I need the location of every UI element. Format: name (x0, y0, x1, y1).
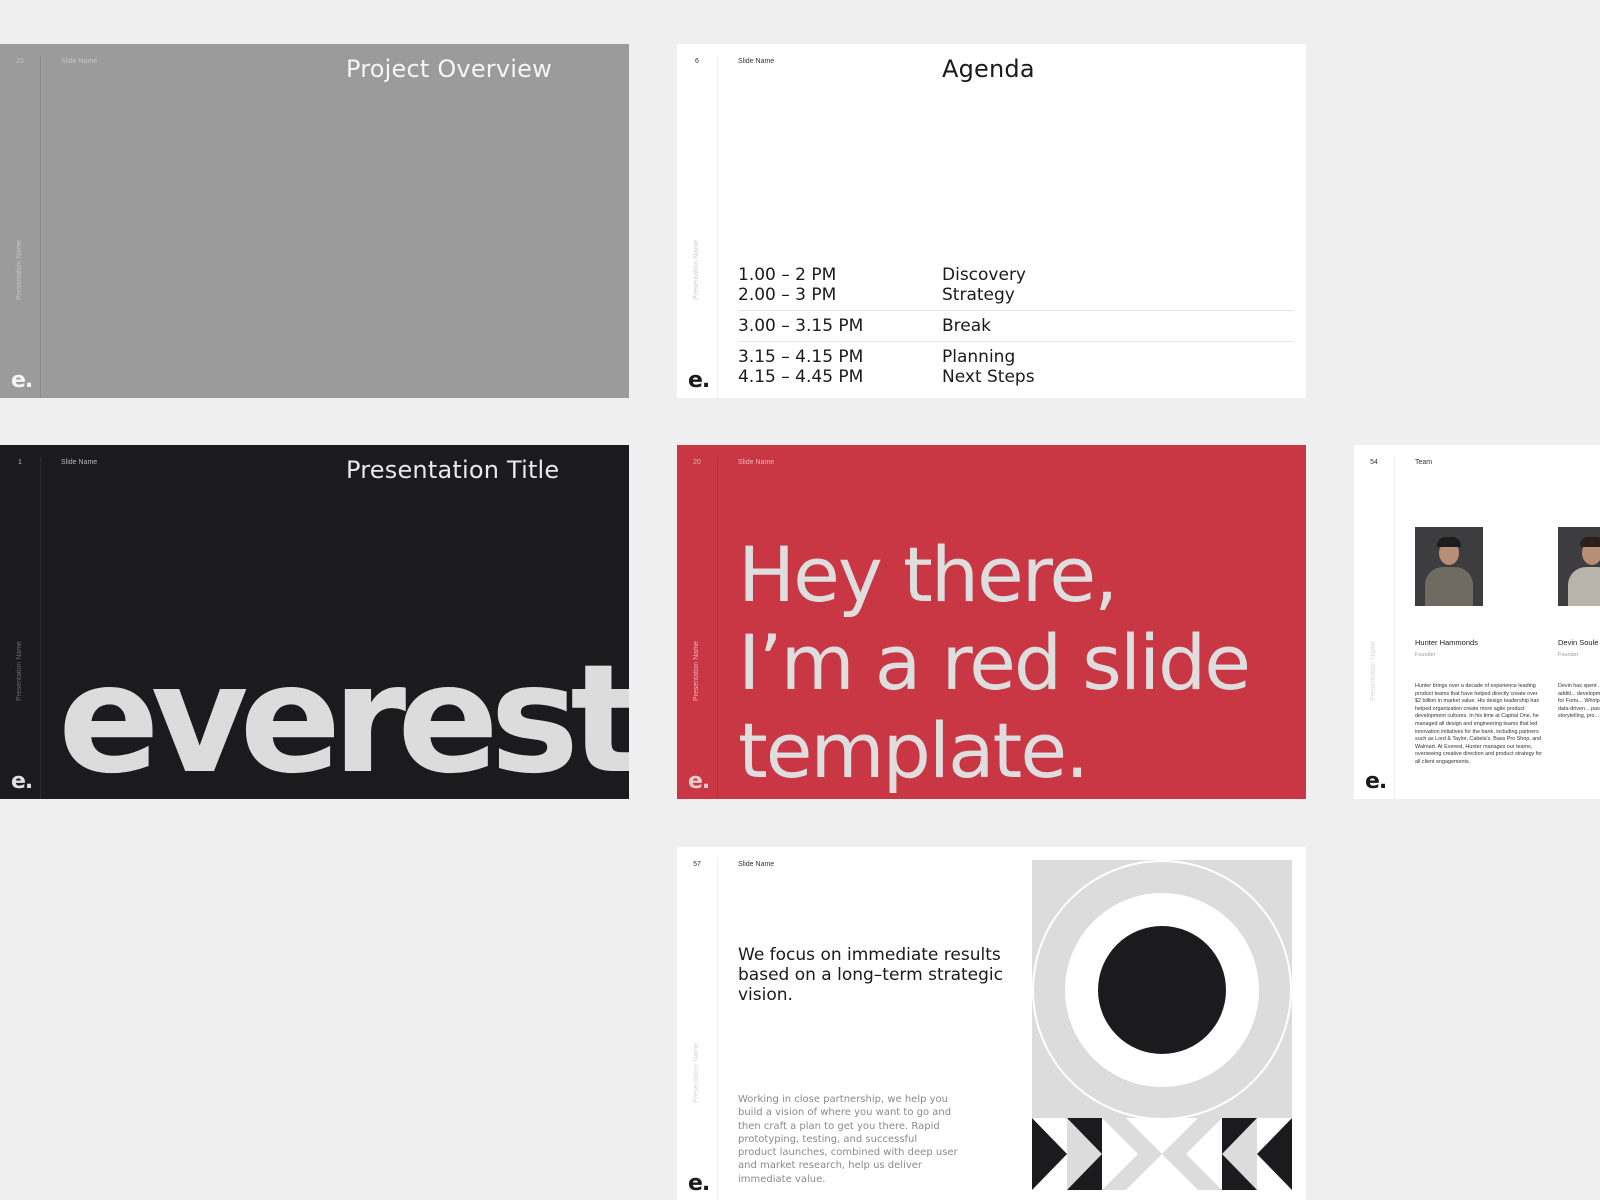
member-role: Founder (1415, 652, 1436, 658)
slide-title: Presentation Title (346, 456, 560, 484)
slide-divider (717, 56, 718, 398)
agenda-label: Next Steps (942, 367, 1035, 387)
presentation-name: Presentation Name (693, 641, 700, 701)
everest-logo-icon: e. (688, 769, 710, 794)
everest-logo-icon: e. (1365, 769, 1387, 794)
slide-divider (717, 859, 718, 1200)
slide-red-template[interactable]: 20 Slide Name Presentation Name Hey ther… (677, 445, 1306, 799)
slide-name: Slide Name (738, 58, 775, 65)
everest-logo-icon: e. (688, 1171, 710, 1196)
slide-divider (1394, 457, 1395, 799)
agenda-time: 2.00 – 3 PM (738, 285, 837, 305)
member-bio: Hunter brings over a decade of experienc… (1415, 683, 1543, 765)
team-member-card: Devin Soule Founder Devin has spent ... … (1558, 527, 1600, 721)
agenda-time: 3.15 – 4.15 PM (738, 347, 864, 367)
presentation-name: Presentation Name (16, 641, 23, 701)
presentation-name: Presentation Name (693, 1043, 700, 1103)
slide-divider (40, 56, 41, 398)
member-name: Hunter Hammonds (1415, 638, 1478, 647)
member-photo (1415, 527, 1483, 606)
agenda-group: 3.15 – 4.15 PM 4.15 – 4.45 PM Planning N… (738, 341, 1294, 392)
slide-project-overview[interactable]: 25 Slide Name Presentation Name Project … (0, 44, 629, 398)
slide-number: 1 (18, 459, 22, 466)
slide-number: 57 (693, 861, 701, 868)
member-bio: Devin has spent ... growing digital ... … (1558, 683, 1600, 720)
geometric-artwork (1032, 860, 1292, 1190)
slide-divider (717, 457, 718, 799)
art-triangle-pattern (1032, 1118, 1292, 1190)
agenda-label: Break (942, 316, 991, 336)
presentation-name: Presentation Name (16, 240, 23, 300)
slide-number: 20 (693, 459, 701, 466)
headline-line: Hey there, (738, 530, 1118, 619)
slide-presentation-title[interactable]: 1 Slide Name Presentation Name Presentat… (0, 445, 629, 799)
slide-title: Agenda (942, 55, 1035, 83)
slide-number: 25 (16, 58, 24, 65)
headline-line: I’m a red slide (738, 618, 1251, 707)
slide-name: Slide Name (738, 861, 775, 868)
member-role: Founder (1558, 652, 1579, 658)
agenda-group: 3.00 – 3.15 PM Break (738, 310, 1294, 341)
team-member-card: Hunter Hammonds Founder Hunter brings ov… (1415, 527, 1545, 767)
agenda-table: 1.00 – 2 PM 2.00 – 3 PM Discovery Strate… (738, 265, 1294, 392)
slide-name: Slide Name (61, 459, 98, 466)
agenda-label: Strategy (942, 285, 1015, 305)
agenda-label: Planning (942, 347, 1016, 367)
slide-agenda[interactable]: 6 Slide Name Presentation Name Agenda 1.… (677, 44, 1306, 398)
everest-logo-icon: e. (688, 368, 710, 393)
slide-team[interactable]: 54 Team Presentation Name Hunter Hammond… (1354, 445, 1600, 799)
slide-divider (40, 457, 41, 799)
slide-number: 54 (1370, 459, 1378, 466)
slide-name: Slide Name (61, 58, 98, 65)
agenda-time: 1.00 – 2 PM (738, 265, 837, 285)
vision-body-text: Working in close partnership, we help yo… (738, 1094, 958, 1185)
art-black-circle (1098, 926, 1226, 1054)
everest-wordmark: everest. (58, 633, 629, 799)
agenda-label: Discovery (942, 265, 1026, 285)
presentation-name: Presentation Name (693, 240, 700, 300)
slide-name: Slide Name (738, 459, 775, 466)
member-name: Devin Soule (1558, 638, 1599, 647)
everest-logo-icon: e. (11, 368, 33, 393)
agenda-time: 4.15 – 4.45 PM (738, 367, 864, 387)
slide-name: Team (1415, 459, 1433, 466)
slide-title: Project Overview (346, 55, 552, 83)
headline-line: template. (738, 706, 1089, 795)
everest-logo-icon: e. (11, 769, 33, 794)
member-photo (1558, 527, 1600, 606)
red-slide-headline: Hey there, I’m a red slide template. (738, 530, 1251, 795)
presentation-name: Presentation Name (1370, 641, 1377, 701)
slide-vision[interactable]: 57 Slide Name Presentation Name We focus… (677, 847, 1306, 1200)
agenda-group: 1.00 – 2 PM 2.00 – 3 PM Discovery Strate… (738, 265, 1294, 310)
vision-headline: We focus on immediate results based on a… (738, 945, 1004, 1005)
agenda-time: 3.00 – 3.15 PM (738, 316, 864, 336)
slide-number: 6 (695, 58, 699, 65)
